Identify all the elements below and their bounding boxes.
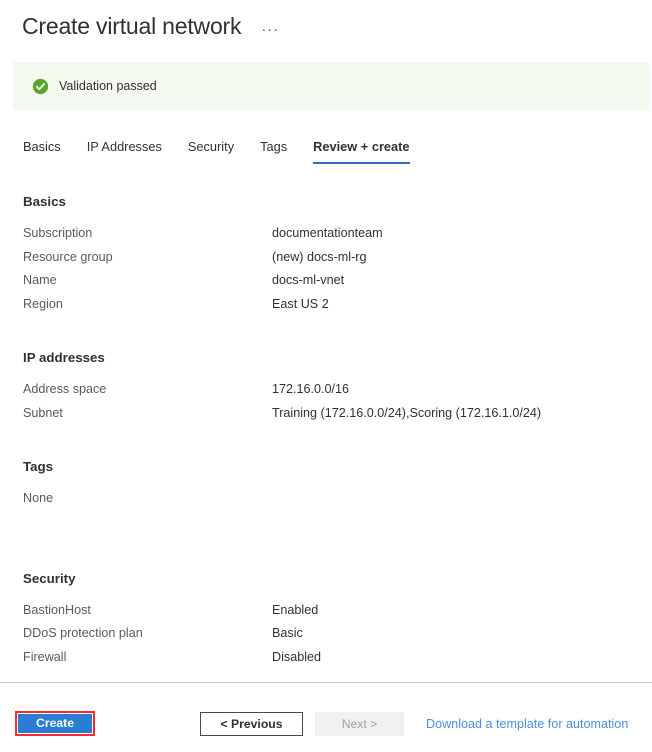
detail-label: Subscription xyxy=(23,226,93,240)
detail-row-ddos-protection-plan: DDoS protection plan Basic xyxy=(0,622,652,646)
tab-security[interactable]: Security xyxy=(188,138,234,164)
tab-tags[interactable]: Tags xyxy=(260,138,287,164)
detail-label: Firewall xyxy=(23,649,67,664)
tab-basics[interactable]: Basics xyxy=(23,138,61,164)
detail-label: Name xyxy=(23,273,57,287)
detail-row-address-space: Address space 172.16.0.0/16 xyxy=(0,378,652,402)
detail-value: East US 2 xyxy=(272,296,329,311)
download-template-link[interactable]: Download a template for automation xyxy=(426,717,628,731)
tab-review-create[interactable]: Review + create xyxy=(313,138,410,164)
wizard-tab-bar: Basics IP Addresses Security Tags Review… xyxy=(0,138,652,168)
detail-row-region: Region East US 2 xyxy=(0,293,652,317)
detail-row-resource-group: Resource group (new) docs-ml-rg xyxy=(0,246,652,270)
detail-value: documentationteam xyxy=(272,226,383,240)
basics-details: Subscription documentationteam Resource … xyxy=(0,222,652,316)
detail-row-name: Name docs-ml-vnet xyxy=(0,269,652,293)
detail-label: BastionHost xyxy=(23,602,91,617)
next-button: Next > xyxy=(315,712,404,736)
section-title-basics: Basics xyxy=(23,194,66,209)
section-tags: Tags None xyxy=(0,455,652,511)
detail-row-bastion-host: BastionHost Enabled xyxy=(0,599,652,623)
detail-value: Enabled xyxy=(272,602,319,617)
check-circle-icon xyxy=(32,78,49,94)
section-ip-addresses: IP addresses Address space 172.16.0.0/16… xyxy=(0,346,652,425)
validation-message: Validation passed xyxy=(59,79,157,93)
detail-label: DDoS protection plan xyxy=(23,626,143,640)
detail-value: 172.16.0.0/16 xyxy=(272,382,350,396)
detail-value: docs-ml-vnet xyxy=(272,273,345,287)
previous-button[interactable]: < Previous xyxy=(200,712,303,736)
detail-label: Subnet xyxy=(23,405,63,420)
security-details: BastionHost Enabled DDoS protection plan… xyxy=(0,599,652,670)
detail-value: Basic xyxy=(272,626,303,640)
detail-label: Resource group xyxy=(23,249,113,264)
more-options-icon[interactable]: ··· xyxy=(261,22,279,37)
detail-row-subscription: Subscription documentationteam xyxy=(0,222,652,246)
section-title-tags: Tags xyxy=(23,459,54,474)
tags-empty-value: None xyxy=(23,491,54,505)
section-title-ip-addresses: IP addresses xyxy=(23,350,105,365)
section-basics: Basics Subscription documentationteam Re… xyxy=(0,190,652,316)
detail-value: (new) docs-ml-rg xyxy=(272,249,367,264)
create-button[interactable]: Create xyxy=(18,714,92,733)
section-security: Security BastionHost Enabled DDoS protec… xyxy=(0,567,652,670)
detail-row-firewall: Firewall Disabled xyxy=(0,646,652,670)
tab-ip-addresses[interactable]: IP Addresses xyxy=(87,138,162,164)
page-header: Create virtual network ··· xyxy=(0,0,652,52)
review-summary: Basics Subscription documentationteam Re… xyxy=(0,190,652,669)
validation-banner: Validation passed xyxy=(13,62,650,110)
detail-row-subnet: Subnet Training (172.16.0.0/24),Scoring … xyxy=(0,402,652,426)
ip-addresses-details: Address space 172.16.0.0/16 Subnet Train… xyxy=(0,378,652,425)
detail-value: Training (172.16.0.0/24),Scoring (172.16… xyxy=(272,405,542,420)
detail-label: Address space xyxy=(23,382,107,396)
detail-label: Region xyxy=(23,296,63,311)
section-title-security: Security xyxy=(23,570,76,586)
detail-value: Disabled xyxy=(272,649,322,664)
page-title: Create virtual network xyxy=(22,12,242,39)
tags-details: None xyxy=(0,487,652,511)
